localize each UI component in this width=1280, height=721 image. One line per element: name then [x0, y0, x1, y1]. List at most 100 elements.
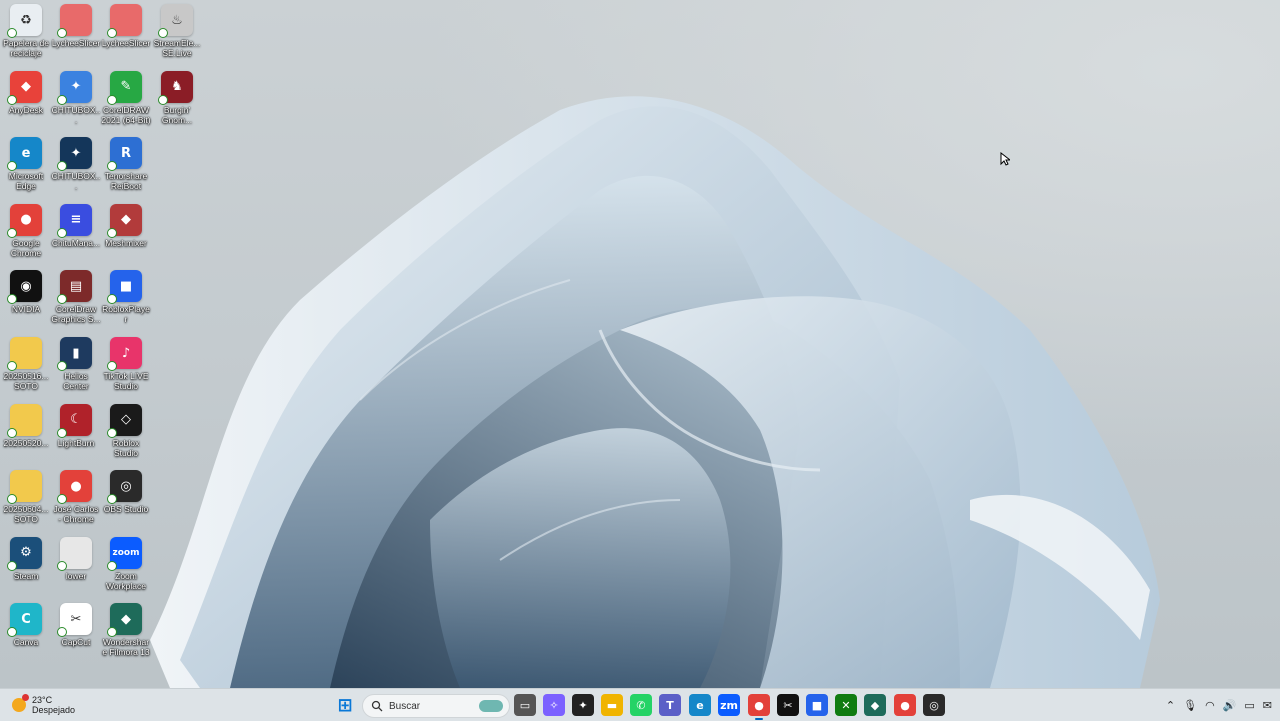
roblox-studio-icon: ◇	[107, 403, 142, 438]
obs-taskbar-icon[interactable]: ◎	[923, 694, 945, 716]
capcut-taskbar-icon[interactable]: ✂	[777, 694, 799, 716]
desktop-icon[interactable]: ☾ LightBurn	[50, 400, 102, 448]
desktop-icon-label: Tenorshare ReiBoot	[104, 171, 148, 192]
taskbar-search[interactable]: Buscar	[362, 694, 510, 718]
teams-icon[interactable]: T	[659, 694, 681, 716]
desktop-icon[interactable]: LycheeSlicer	[50, 0, 102, 48]
desktop-icon-label: lower	[65, 570, 87, 581]
desktop-icon-label: CapCut	[61, 637, 91, 648]
sync-check-icon	[7, 627, 17, 638]
desktop-icon[interactable]: zoom Zoom Workplace	[100, 533, 152, 591]
sync-check-icon	[7, 427, 17, 438]
desktop-icon[interactable]: ♨ StreamEle... SE.Live	[151, 0, 203, 58]
sync-check-icon	[107, 161, 117, 172]
battery-icon[interactable]: ▭	[1244, 699, 1254, 712]
desktop-icon[interactable]: ◆ Wondershare Filmora 13	[100, 599, 152, 657]
sync-check-icon	[7, 494, 17, 505]
roblox-taskbar-icon[interactable]: ■	[806, 694, 828, 716]
sync-check-icon	[57, 161, 67, 172]
desktop-icon-label: Google Chrome	[10, 237, 42, 258]
desktop-icon[interactable]: C Canva	[0, 599, 52, 647]
volume-icon[interactable]: 🔊	[1223, 699, 1237, 712]
weather-widget[interactable]: 23°C Despejado	[12, 693, 75, 717]
lychee-slicer-icon	[57, 4, 92, 38]
desktop-icon-label: CorelDraw Graphics S...	[51, 304, 101, 325]
desktop-icon[interactable]: ▤ CorelDraw Graphics S...	[50, 266, 102, 324]
nvidia-icon: ◉	[7, 270, 42, 305]
desktop-icon[interactable]: ◎ OBS Studio	[100, 466, 152, 514]
desktop-icon-label: LycheeSlicer	[101, 38, 151, 48]
desktop-icon[interactable]: LycheeSlicer	[100, 0, 152, 48]
desktop-icon[interactable]: ✦ CHITUBOX...	[50, 133, 102, 191]
desktop-icon[interactable]: e Microsoft Edge	[0, 133, 52, 191]
folder-icon	[7, 403, 42, 438]
desktop-icon-label: 20250604... SOTO	[3, 504, 49, 525]
sync-check-icon	[7, 294, 17, 305]
desktop-icon[interactable]: ♪ TikTok LIVE Studio	[100, 333, 152, 391]
desktop-icon-label: CHITUBOX...	[51, 171, 101, 192]
edge-taskbar-icon[interactable]: e	[689, 694, 711, 716]
meshmixer-icon: ◆	[107, 203, 142, 238]
tiktok-live-icon: ♪	[107, 337, 142, 371]
desktop-icon[interactable]: R Tenorshare ReiBoot	[100, 133, 152, 191]
desktop-icon[interactable]: ■ RobloxPlayer	[100, 266, 152, 324]
sync-check-icon	[7, 28, 17, 38]
desktop-icon[interactable]: ✦ CHITUBOX...	[50, 67, 102, 125]
microphone-icon[interactable]: 🎙	[1183, 699, 1197, 712]
zoom-taskbar-icon[interactable]: zm	[718, 694, 740, 716]
desktop-icon[interactable]: ♻ Papelera de reciclaje	[0, 0, 52, 58]
chevron-up-icon[interactable]: ⌃	[1166, 699, 1175, 712]
chitubox-taskbar-icon[interactable]: ✦	[572, 694, 594, 716]
sync-check-icon	[57, 427, 67, 438]
sync-check-icon	[158, 28, 168, 38]
file-explorer-icon[interactable]: ▬	[601, 694, 623, 716]
copilot-icon[interactable]: ✧	[543, 694, 565, 716]
desktop-icon[interactable]: 20250520...	[0, 400, 52, 448]
sync-check-icon	[7, 227, 17, 238]
desktop-icon[interactable]: ≡ ChituMana...	[50, 200, 102, 248]
desktop-icon[interactable]: ◉ NVIDIA	[0, 266, 52, 314]
system-tray: ⌃ 🎙 ◠ 🔊 ▭ ✉	[1158, 694, 1272, 716]
desktop[interactable]: ♻ Papelera de reciclaje LycheeSlicer Lychee…	[0, 0, 1280, 688]
desktop-icon[interactable]: ▮ Helios Center	[50, 333, 102, 391]
xbox-icon[interactable]: ✕	[835, 694, 857, 716]
desktop-icon[interactable]: ♞ Burgin' Gnom...	[151, 67, 203, 125]
desktop-icon-label: 20250516... SOTO	[3, 371, 49, 391]
task-view-icon[interactable]: ▭	[514, 694, 536, 716]
recycle-bin-icon: ♻	[7, 4, 42, 38]
desktop-icon[interactable]: ◆ AnyDesk	[0, 67, 52, 115]
sync-check-icon	[107, 627, 117, 638]
roblox-player-icon: ■	[107, 270, 142, 305]
search-highlight-icon	[479, 700, 503, 712]
whatsapp-icon[interactable]: ✆	[630, 694, 652, 716]
filmora-taskbar-icon[interactable]: ◆	[864, 694, 886, 716]
anydesk-icon: ◆	[7, 70, 42, 105]
desktop-icon-label: Steam	[13, 570, 39, 581]
desktop-icon[interactable]: ● Google Chrome	[0, 200, 52, 258]
desktop-icon[interactable]: 20250516... SOTO	[0, 333, 52, 391]
desktop-icon[interactable]: ✎ CorelDRAW 2021 (64-Bit)	[100, 67, 152, 125]
desktop-icon[interactable]: ✂ CapCut	[50, 599, 102, 647]
wifi-icon[interactable]: ◠	[1205, 699, 1215, 712]
desktop-icon-label: StreamEle... SE.Live	[153, 38, 201, 58]
desktop-icon[interactable]: lower	[50, 533, 102, 581]
sync-check-icon	[57, 361, 67, 371]
mouse-cursor	[1000, 152, 1010, 166]
sync-check-icon	[57, 28, 67, 38]
desktop-icon-label: Canva	[13, 637, 39, 648]
desktop-icon[interactable]: ◇ Roblox Studio	[100, 400, 152, 458]
helios-center-icon: ▮	[57, 337, 92, 371]
desktop-icon[interactable]: ⚙ Steam	[0, 533, 52, 581]
start-icon[interactable]: ⊞	[334, 694, 356, 716]
sync-check-icon	[7, 361, 17, 371]
chrome-profile-taskbar-icon[interactable]: ●	[894, 694, 916, 716]
desktop-icon[interactable]: 20250604... SOTO	[0, 466, 52, 524]
desktop-icon[interactable]: ● José Carlos - Chrome	[50, 466, 102, 524]
notification-icon[interactable]: ✉	[1263, 699, 1272, 712]
desktop-icon-label: Papelera de reciclaje	[3, 38, 49, 58]
weather-sun-icon	[12, 694, 29, 712]
lychee-slicer-icon	[107, 4, 142, 38]
chrome-taskbar-icon[interactable]: ●	[748, 694, 770, 720]
desktop-icon[interactable]: ◆ Meshmixer	[100, 200, 152, 248]
sync-check-icon	[57, 494, 67, 505]
